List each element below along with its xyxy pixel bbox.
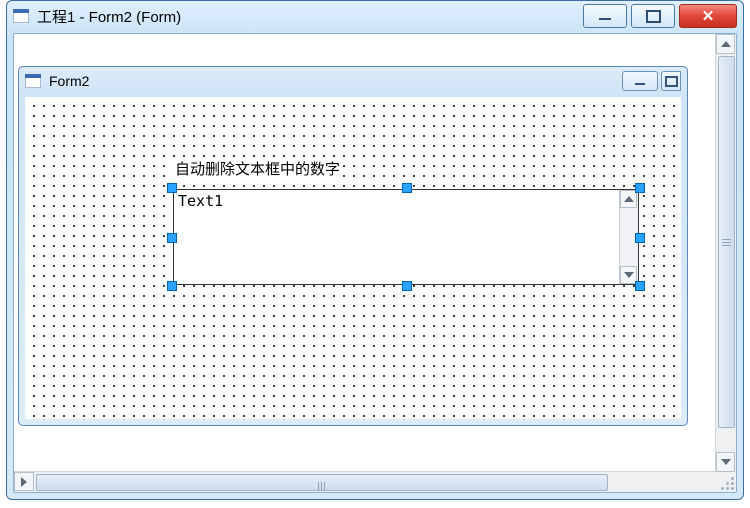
resize-handle-br[interactable] xyxy=(635,281,645,291)
scroll-up-button[interactable] xyxy=(716,34,735,54)
scroll-down-button[interactable] xyxy=(716,452,735,472)
inner-minimize-button[interactable] xyxy=(622,71,658,91)
resize-handle-bl[interactable] xyxy=(167,281,177,291)
outer-titlebar[interactable]: 工程1 - Form2 (Form) ✕ xyxy=(7,1,743,31)
scroll-right-button[interactable] xyxy=(14,472,34,491)
vertical-scroll-thumb[interactable] xyxy=(718,56,735,428)
outer-window-title: 工程1 - Form2 (Form) xyxy=(37,6,181,27)
form-icon xyxy=(13,9,29,23)
textbox-control[interactable]: Text1 xyxy=(173,189,639,285)
resize-handle-tm[interactable] xyxy=(402,183,412,193)
vertical-scrollbar[interactable] xyxy=(715,34,736,472)
textbox-selection: Text1 xyxy=(167,183,645,291)
resize-handle-tr[interactable] xyxy=(635,183,645,193)
maximize-button[interactable] xyxy=(631,4,675,28)
resize-handle-mr[interactable] xyxy=(635,233,645,243)
outer-client-area: Form2 自动删除文本框中的数字 Text1 xyxy=(13,33,737,493)
inner-titlebar[interactable]: Form2 xyxy=(19,67,687,95)
label-control[interactable]: 自动删除文本框中的数字 xyxy=(173,157,342,180)
close-button[interactable]: ✕ xyxy=(679,4,737,28)
resize-handle-tl[interactable] xyxy=(167,183,177,193)
horizontal-scrollbar[interactable] xyxy=(14,471,716,492)
form-icon xyxy=(25,74,41,88)
scrollbar-corner xyxy=(716,472,736,492)
inner-maximize-button[interactable] xyxy=(661,71,681,91)
textbox-text: Text1 xyxy=(174,190,619,284)
horizontal-scroll-thumb[interactable] xyxy=(36,474,608,491)
inner-window-controls xyxy=(622,71,681,91)
mdi-window: 工程1 - Form2 (Form) ✕ Form2 自动删除文本框中的数字 xyxy=(6,0,744,500)
resize-handle-ml[interactable] xyxy=(167,233,177,243)
inner-window-title: Form2 xyxy=(49,73,89,89)
form-design-surface[interactable]: 自动删除文本框中的数字 Text1 xyxy=(25,97,681,419)
minimize-button[interactable] xyxy=(583,4,627,28)
resize-handle-bm[interactable] xyxy=(402,281,412,291)
outer-window-controls: ✕ xyxy=(583,4,737,28)
form-designer-window: Form2 自动删除文本框中的数字 Text1 xyxy=(18,66,688,426)
